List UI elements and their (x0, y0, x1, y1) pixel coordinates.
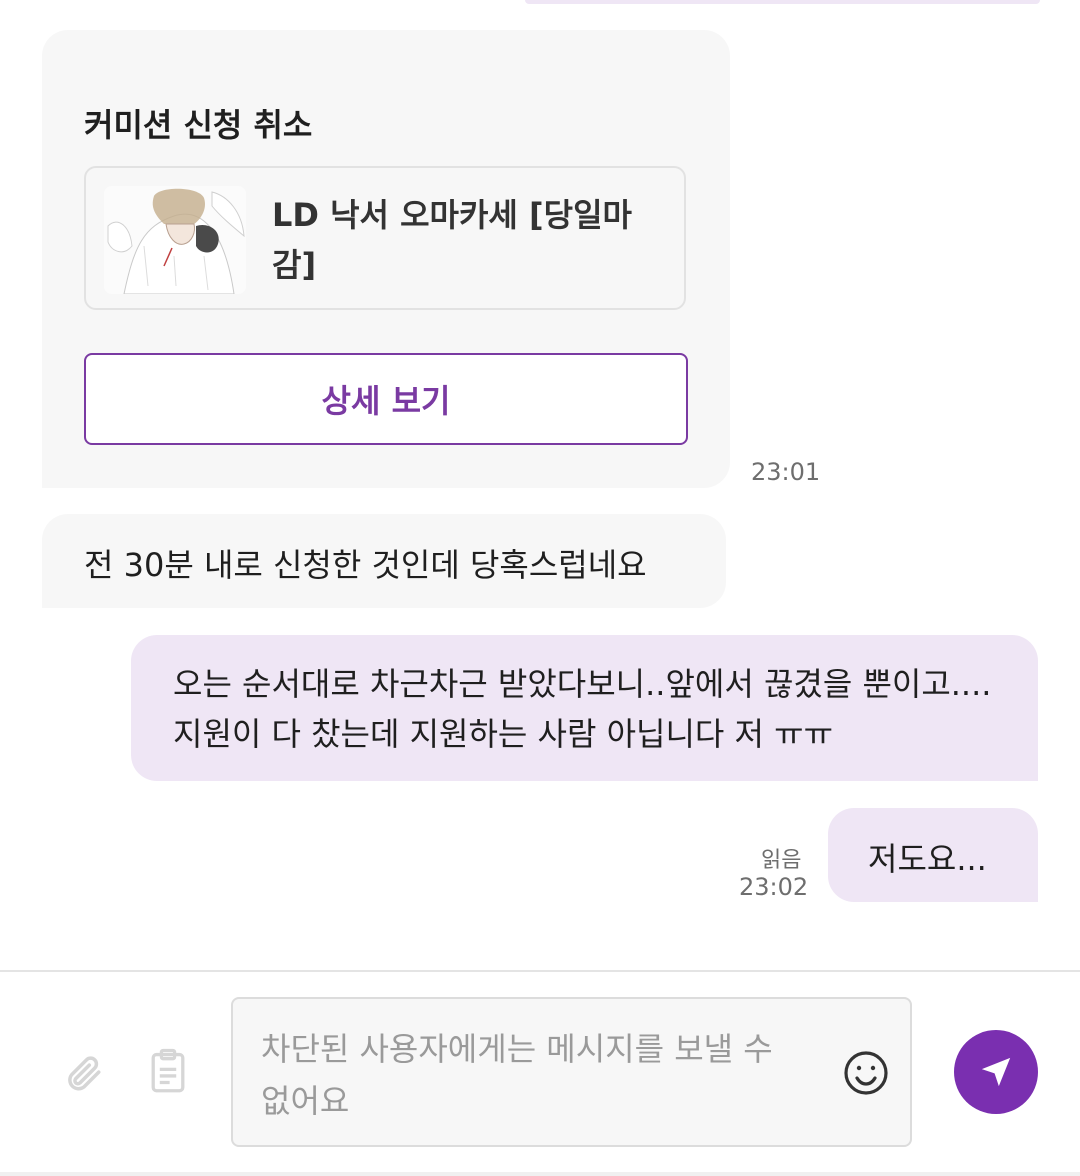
composer-divider (0, 970, 1080, 972)
outgoing-message-bubble: 오는 순서대로 차근차근 받았다보니..앞에서 끊겼을 뿐이고.... 지원이 … (131, 635, 1038, 781)
message-input[interactable]: 차단된 사용자에게는 메시지를 보낼 수 없어요 (231, 997, 912, 1147)
message-timestamp: 23:02 (739, 873, 809, 901)
send-button[interactable] (954, 1030, 1038, 1114)
message-text: 저도요... (868, 840, 987, 878)
smiley-icon[interactable] (842, 1049, 890, 1097)
bottom-border (0, 1172, 1080, 1176)
commission-cancel-card: 커미션 신청 취소 LD 낙서 오마카세 [당일마감] 상세 보기 (42, 30, 730, 488)
product-thumbnail (104, 186, 246, 294)
outgoing-message-bubble: 저도요... (828, 808, 1038, 902)
message-text: 오는 순서대로 차근차근 받았다보니..앞에서 끊겼을 뿐이고.... 지원이 … (173, 665, 992, 753)
clipboard-icon[interactable] (143, 1046, 193, 1096)
product-title: LD 낙서 오마카세 [당일마감] (272, 196, 632, 284)
incoming-message-bubble: 전 30분 내로 신청한 것인데 당혹스럽네요 (42, 514, 726, 608)
message-timestamp: 23:01 (751, 458, 821, 486)
previous-message-bubble (525, 0, 1040, 4)
product-item[interactable]: LD 낙서 오마카세 [당일마감] (84, 166, 686, 310)
message-text: 전 30분 내로 신청한 것인데 당혹스럽네요 (84, 546, 647, 584)
message-input-placeholder: 차단된 사용자에게는 메시지를 보낼 수 없어요 (261, 1030, 773, 1120)
read-status: 읽음 (761, 848, 802, 873)
send-icon (981, 1057, 1011, 1087)
card-title: 커미션 신청 취소 (84, 106, 313, 144)
view-details-button[interactable]: 상세 보기 (84, 353, 688, 445)
paperclip-icon[interactable] (58, 1048, 108, 1098)
